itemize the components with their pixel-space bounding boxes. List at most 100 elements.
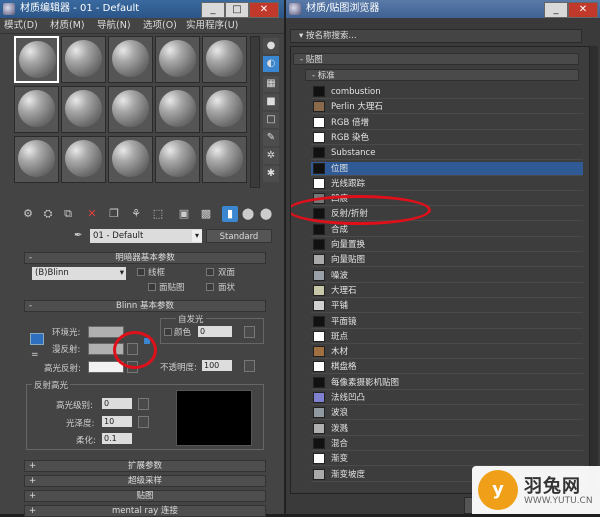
uv-tiling-icon[interactable]: ■ xyxy=(263,94,279,110)
wire-checkbox[interactable] xyxy=(137,268,145,276)
menu-options[interactable]: 选项(O) xyxy=(143,18,177,34)
rollout-extended-params[interactable]: + 扩展参数 xyxy=(24,460,266,472)
show-in-viewport-icon[interactable]: ▩ xyxy=(198,206,214,222)
material-slot[interactable] xyxy=(61,136,106,183)
video-check-icon[interactable]: □ xyxy=(263,112,279,128)
material-slot[interactable] xyxy=(155,36,200,83)
search-by-name-field[interactable]: ▾ 按名称搜索... xyxy=(290,29,582,43)
material-slot[interactable] xyxy=(61,86,106,133)
map-list-item[interactable]: RGB 染色 xyxy=(311,131,583,145)
editor-titlebar[interactable]: 材质编辑器 - 01 - Default _ □ ✕ xyxy=(0,0,284,18)
self-illum-color-checkbox[interactable] xyxy=(164,328,172,336)
soften-spinner[interactable]: 0.1 xyxy=(102,433,132,444)
lock-ambient-diffuse-icon[interactable] xyxy=(30,333,44,345)
face-map-checkbox[interactable] xyxy=(148,283,156,291)
map-list-item[interactable]: Perlin 大理石 xyxy=(311,100,583,115)
map-list-item[interactable]: combustion xyxy=(311,85,583,99)
map-list-item[interactable]: 噪波 xyxy=(311,269,583,283)
self-illum-spinner[interactable]: 0 xyxy=(198,326,232,337)
minimize-button[interactable]: _ xyxy=(201,2,225,18)
put-to-library-icon[interactable]: ⬚ xyxy=(150,206,166,222)
slots-scrollbar[interactable] xyxy=(250,36,260,188)
material-slot[interactable] xyxy=(202,36,247,83)
copy-material-icon[interactable]: ❐ xyxy=(106,206,122,222)
two-sided-checkbox[interactable] xyxy=(206,268,214,276)
browser-titlebar[interactable]: 材质/贴图浏览器 _ ✕ xyxy=(286,0,600,18)
material-slot[interactable] xyxy=(108,36,153,83)
glossiness-map-button[interactable] xyxy=(138,416,149,428)
rollout-supersampling[interactable]: + 超级采样 xyxy=(24,475,266,487)
menu-mode[interactable]: 模式(D) xyxy=(4,18,38,34)
show-end-result-icon[interactable]: ▮ xyxy=(222,206,238,222)
glossiness-spinner[interactable]: 10 xyxy=(102,416,132,427)
menu-material[interactable]: 材质(M) xyxy=(50,18,85,34)
spec-level-spinner[interactable]: 0 xyxy=(102,398,132,409)
map-list-item[interactable]: 平铺 xyxy=(311,299,583,314)
map-list-item[interactable]: 光线跟踪 xyxy=(311,177,583,191)
minimize-button[interactable]: _ xyxy=(544,2,568,18)
sample-type-sphere-icon[interactable]: ● xyxy=(263,38,279,54)
go-to-parent-icon[interactable]: ⬤ xyxy=(240,206,256,222)
material-slot[interactable] xyxy=(155,136,200,183)
map-list-item[interactable]: 平面镜 xyxy=(311,315,583,329)
make-preview-icon[interactable]: ✎ xyxy=(263,130,279,146)
map-list-item[interactable]: 木材 xyxy=(311,345,583,360)
self-illum-map-button[interactable] xyxy=(244,326,255,338)
menu-utilities[interactable]: 实用程序(U) xyxy=(186,18,238,34)
material-slot[interactable] xyxy=(61,36,106,83)
get-material-icon[interactable]: ⚙ xyxy=(20,206,36,222)
rollout-shader-basic[interactable]: - 明暗器基本参数 xyxy=(24,252,266,264)
map-list-item[interactable]: RGB 倍增 xyxy=(311,116,583,130)
material-slot[interactable] xyxy=(14,86,59,133)
make-unique-icon[interactable]: ⚘ xyxy=(128,206,144,222)
reset-map-icon[interactable]: ✕ xyxy=(84,206,100,222)
select-by-material-icon[interactable]: ✱ xyxy=(263,166,279,182)
go-forward-sibling-icon[interactable]: ⬤ xyxy=(258,206,274,222)
material-name-dropdown-icon[interactable]: ▾ xyxy=(192,230,202,242)
map-list-item[interactable]: 每像素摄影机贴图 xyxy=(311,376,583,390)
rollout-mental-ray[interactable]: + mental ray 连接 xyxy=(24,505,266,517)
map-list-item[interactable]: 泼溅 xyxy=(311,422,583,436)
put-to-scene-icon[interactable]: ⛭ xyxy=(40,206,56,222)
rollout-blinn-basic[interactable]: - Blinn 基本参数 xyxy=(24,300,266,312)
material-name-field[interactable]: 01 - Default xyxy=(90,229,202,243)
map-list-item[interactable]: 向量置换 xyxy=(311,238,583,252)
backlight-icon[interactable]: ◐ xyxy=(263,56,279,72)
close-button[interactable]: ✕ xyxy=(249,2,279,18)
spec-level-map-button[interactable] xyxy=(138,398,149,410)
map-list-item[interactable]: 位图 xyxy=(311,161,583,176)
map-list-item[interactable]: 渐变 xyxy=(311,452,583,467)
map-list-item[interactable]: 波浪 xyxy=(311,406,583,421)
map-list-item[interactable]: 混合 xyxy=(311,437,583,451)
map-list-item[interactable]: 斑点 xyxy=(311,330,583,344)
map-list-item[interactable]: 法线凹凸 xyxy=(311,391,583,405)
lock-diffuse-specular-icon[interactable]: = xyxy=(31,350,41,360)
assign-to-selection-icon[interactable]: ⧉ xyxy=(60,206,76,222)
map-list-item[interactable]: 向量贴图 xyxy=(311,253,583,268)
browser-scrollbar[interactable] xyxy=(590,46,598,494)
faceted-checkbox[interactable] xyxy=(206,283,214,291)
material-slot[interactable] xyxy=(108,136,153,183)
rollout-maps[interactable]: + 贴图 xyxy=(24,490,266,502)
material-slot[interactable] xyxy=(155,86,200,133)
map-list-item[interactable]: 大理石 xyxy=(311,284,583,298)
map-list-item[interactable]: Substance xyxy=(311,146,583,161)
opacity-map-button[interactable] xyxy=(244,360,255,372)
close-button[interactable]: ✕ xyxy=(568,2,598,18)
opacity-spinner[interactable]: 100 xyxy=(202,360,232,371)
material-slot[interactable] xyxy=(14,36,59,83)
category-maps[interactable]: - 贴图 xyxy=(293,53,579,65)
material-slot[interactable] xyxy=(202,136,247,183)
material-slot[interactable] xyxy=(108,86,153,133)
material-slot[interactable] xyxy=(202,86,247,133)
material-id-icon[interactable]: ▣ xyxy=(176,206,192,222)
menu-navigation[interactable]: 导航(N) xyxy=(97,18,131,34)
material-type-button[interactable]: Standard xyxy=(206,229,272,243)
material-slot[interactable] xyxy=(14,136,59,183)
pick-material-eyedropper-icon[interactable]: ✒ xyxy=(74,229,86,243)
background-icon[interactable]: ▦ xyxy=(263,76,279,92)
subcategory-standard[interactable]: - 标准 xyxy=(305,69,579,81)
maximize-button[interactable]: □ xyxy=(225,2,249,18)
options-icon[interactable]: ✲ xyxy=(263,148,279,164)
map-list-item[interactable]: 棋盘格 xyxy=(311,360,583,375)
